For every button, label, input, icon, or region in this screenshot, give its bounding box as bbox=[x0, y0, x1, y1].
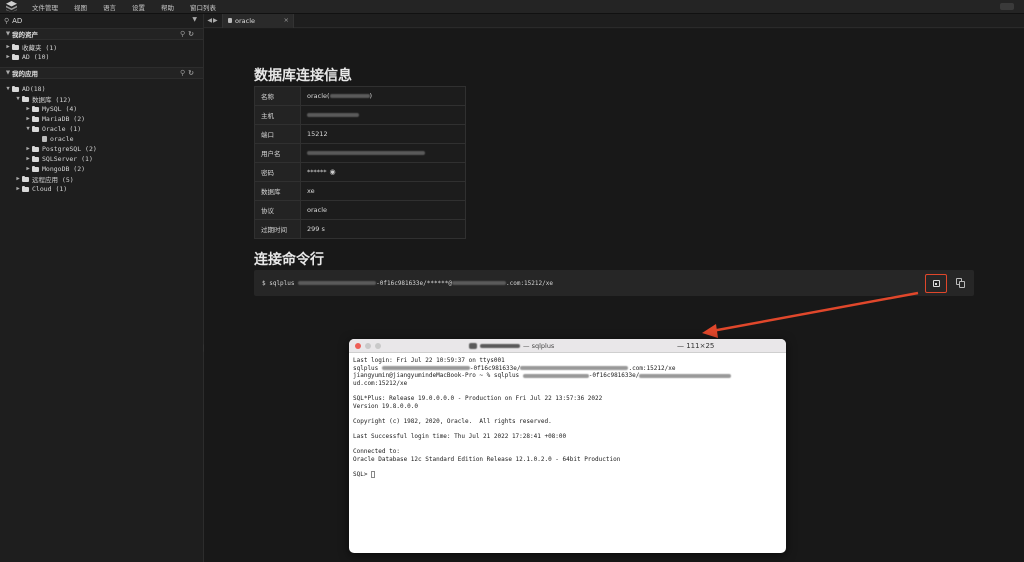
menu-language[interactable]: 语言 bbox=[103, 2, 116, 12]
search-refresh-icons[interactable]: ⚲↻ bbox=[180, 30, 197, 38]
page-title: 数据库连接信息 bbox=[254, 68, 352, 84]
eye-icon[interactable]: ◉ bbox=[330, 168, 336, 176]
chevron-down-icon[interactable]: ▼ bbox=[4, 31, 12, 37]
command-line[interactable]: $ sqlplus -0f16c981633e/******@ .com:1521… bbox=[254, 270, 974, 296]
section-my-apps[interactable]: ▼ 我的应用 ⚲↻ bbox=[0, 67, 203, 79]
section-title: 我的应用 bbox=[12, 70, 38, 78]
tab-oracle[interactable]: oracle × bbox=[222, 13, 294, 28]
chevron-right-icon[interactable]: ▶ bbox=[24, 166, 32, 172]
tree-item-ad-root[interactable]: ▼ AD(18) bbox=[0, 84, 203, 94]
menu-settings[interactable]: 设置 bbox=[132, 2, 145, 12]
connection-info-table: 名称 oracle() 主机 端口 15212 用户名 密码 ****** ◉ 数据库 x… bbox=[254, 86, 466, 239]
org-label: AD bbox=[12, 17, 23, 25]
database-icon bbox=[42, 136, 47, 142]
folder-icon bbox=[32, 125, 39, 132]
tree-item-ad[interactable]: ▶ AD (10) bbox=[0, 52, 203, 62]
tree-item-oracle-db[interactable]: oracle bbox=[0, 134, 203, 144]
chevron-right-icon[interactable]: ▶ bbox=[4, 54, 12, 60]
folder-icon bbox=[32, 155, 39, 162]
table-row: 主机 bbox=[254, 105, 466, 125]
folder-icon bbox=[22, 95, 29, 102]
table-row: 数据库 xe bbox=[254, 181, 466, 201]
tab-nav-arrows-icon[interactable]: ◀▶ bbox=[204, 17, 222, 24]
chevron-down-icon[interactable]: ▼ bbox=[4, 86, 12, 92]
sidebar: ⚲ AD ▼ ▼ 我的资产 ⚲↻ ▶ 收藏夹 (1) ▶ AD (10) ▼ 我的应… bbox=[0, 14, 204, 562]
table-row: 名称 oracle() bbox=[254, 86, 466, 106]
chevron-right-icon[interactable]: ▶ bbox=[24, 106, 32, 112]
table-row: 端口 15212 bbox=[254, 124, 466, 144]
menu-file-manage[interactable]: 文件管理 bbox=[32, 2, 58, 12]
tab-bar: ◀▶ oracle × bbox=[204, 13, 1024, 28]
table-row: 过期时间 299 s bbox=[254, 219, 466, 239]
chevron-right-icon[interactable]: ▶ bbox=[24, 156, 32, 162]
menubar: 文件管理 视图 语言 设置 帮助 窗口列表 bbox=[0, 0, 1024, 14]
terminal-title: — sqlplus bbox=[469, 342, 554, 350]
assets-tree: ▶ 收藏夹 (1) ▶ AD (10) bbox=[0, 40, 203, 64]
menu-view[interactable]: 视图 bbox=[74, 2, 87, 12]
chevron-down-icon[interactable]: ▼ bbox=[192, 16, 197, 23]
folder-icon bbox=[32, 145, 39, 152]
section-title-cmdline: 连接命令行 bbox=[254, 252, 324, 268]
cursor-icon bbox=[371, 470, 376, 478]
tree-item-databases[interactable]: ▼ 数据库 (12) bbox=[0, 94, 203, 104]
table-row: 协议 oracle bbox=[254, 200, 466, 220]
close-icon[interactable]: × bbox=[284, 16, 289, 24]
section-my-assets[interactable]: ▼ 我的资产 ⚲↻ bbox=[0, 28, 203, 40]
chevron-right-icon[interactable]: ▶ bbox=[4, 44, 12, 50]
tree-item-mysql[interactable]: ▶ MySQL (4) bbox=[0, 104, 203, 114]
tree-item-favorites[interactable]: ▶ 收藏夹 (1) bbox=[0, 42, 203, 52]
folder-icon bbox=[32, 105, 39, 112]
terminal-titlebar: — sqlplus — 111×25 bbox=[349, 339, 786, 353]
chevron-down-icon[interactable]: ▼ bbox=[24, 126, 32, 132]
section-title: 我的资产 bbox=[12, 31, 38, 39]
tree-item-remote-apps[interactable]: ▶ 远程应用 (5) bbox=[0, 174, 203, 184]
maximize-window-icon[interactable] bbox=[375, 342, 381, 349]
menu-help[interactable]: 帮助 bbox=[161, 2, 174, 12]
folder-icon bbox=[12, 85, 19, 92]
folder-icon bbox=[12, 53, 19, 60]
minimize-window-icon[interactable] bbox=[365, 342, 371, 349]
tree-item-mongodb[interactable]: ▶ MongoDB (2) bbox=[0, 164, 203, 174]
terminal-window[interactable]: — sqlplus — 111×25 Last login: Fri Jul 2… bbox=[349, 339, 786, 553]
sql-prompt[interactable]: SQL> bbox=[353, 470, 782, 479]
tree-item-sqlserver[interactable]: ▶ SQLServer (1) bbox=[0, 154, 203, 164]
tree-item-cloud[interactable]: ▶ Cloud (1) bbox=[0, 184, 203, 194]
table-row: 用户名 bbox=[254, 143, 466, 163]
chevron-right-icon[interactable]: ▶ bbox=[24, 146, 32, 152]
chevron-down-icon[interactable]: ▼ bbox=[14, 96, 22, 102]
redacted-text bbox=[329, 94, 370, 98]
chevron-right-icon[interactable]: ▶ bbox=[14, 176, 22, 182]
folder-icon bbox=[32, 165, 39, 172]
app-logo-icon bbox=[4, 0, 18, 14]
terminal-size: — 111×25 bbox=[677, 342, 715, 350]
close-window-icon[interactable] bbox=[355, 342, 361, 349]
window-control-icon[interactable] bbox=[1000, 3, 1014, 10]
redacted-text bbox=[307, 113, 359, 117]
folder-icon bbox=[22, 185, 29, 192]
chevron-down-icon[interactable]: ▼ bbox=[4, 70, 12, 76]
terminal-output: Last login: Fri Jul 22 10:59:37 on ttys0… bbox=[349, 353, 786, 483]
chevron-right-icon[interactable]: ▶ bbox=[24, 116, 32, 122]
open-terminal-button[interactable] bbox=[925, 274, 947, 293]
org-icon: ⚲ bbox=[4, 17, 10, 25]
apps-tree: ▼ AD(18) ▼ 数据库 (12) ▶ MySQL (4) ▶ MariaDB (2… bbox=[0, 79, 203, 196]
org-selector[interactable]: ⚲ AD ▼ bbox=[0, 14, 203, 28]
folder-icon bbox=[22, 175, 29, 182]
redacted-text bbox=[298, 281, 377, 285]
database-icon bbox=[228, 18, 232, 23]
copy-icon[interactable] bbox=[956, 278, 965, 288]
search-refresh-icons[interactable]: ⚲↻ bbox=[180, 69, 197, 77]
table-row: 密码 ****** ◉ bbox=[254, 162, 466, 182]
folder-icon bbox=[12, 43, 19, 50]
tree-item-oracle[interactable]: ▼ Oracle (1) bbox=[0, 124, 203, 134]
redacted-text bbox=[452, 281, 506, 285]
tab-label: oracle bbox=[235, 16, 256, 25]
tree-item-mariadb[interactable]: ▶ MariaDB (2) bbox=[0, 114, 203, 124]
tree-item-postgresql[interactable]: ▶ PostgreSQL (2) bbox=[0, 144, 203, 154]
folder-icon bbox=[32, 115, 39, 122]
menu-window-list[interactable]: 窗口列表 bbox=[190, 2, 216, 12]
chevron-right-icon[interactable]: ▶ bbox=[14, 186, 22, 192]
terminal-icon bbox=[932, 280, 940, 287]
redacted-text bbox=[307, 151, 425, 155]
